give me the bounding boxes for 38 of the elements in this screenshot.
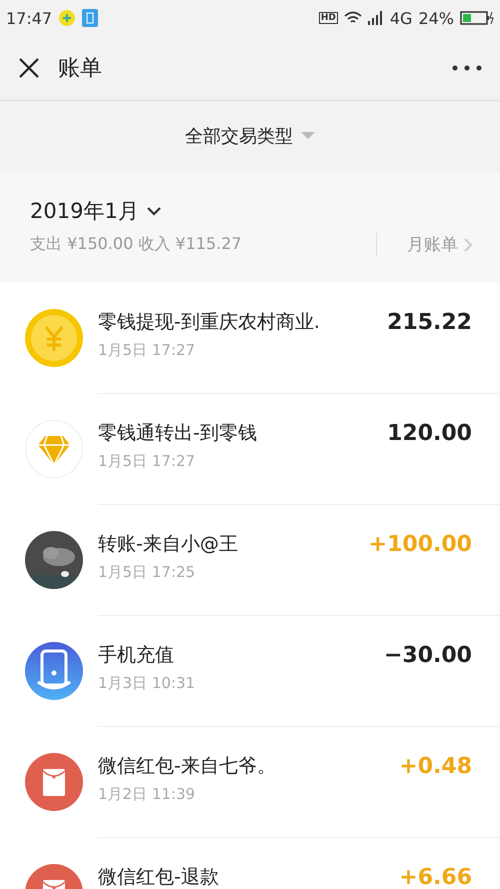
wifi-icon <box>344 11 362 25</box>
chevron-right-icon <box>464 238 472 252</box>
dropdown-icon <box>301 132 315 140</box>
network-type: 4G <box>390 8 412 28</box>
transaction-amount: −30.00 <box>384 642 472 668</box>
more-icon[interactable] <box>452 65 482 71</box>
transaction-time: 1月5日 17:27 <box>98 452 196 471</box>
transaction-title[interactable]: 零钱通转出-到零钱 <box>98 420 257 446</box>
transaction-amount: 215.22 <box>387 310 472 334</box>
battery-saver-icon <box>82 9 98 27</box>
coin-icon <box>25 309 83 367</box>
transaction-amount: +6.66 <box>399 864 472 889</box>
signal-icon <box>368 11 384 25</box>
chevron-down-icon <box>146 206 161 216</box>
transaction-type-filter[interactable]: 全部交易类型 <box>185 124 315 148</box>
battery-charging-icon <box>460 11 494 25</box>
transaction-title[interactable]: 微信红包-退款 <box>98 864 219 889</box>
status-time: 17:47 <box>6 8 52 28</box>
plus-icon <box>58 9 76 27</box>
battery-percent: 24% <box>418 8 454 28</box>
transaction-time: 1月2日 11:39 <box>98 785 196 804</box>
transaction-amount: +0.48 <box>399 754 472 778</box>
transaction-title[interactable]: 转账-来自小@王 <box>98 531 238 557</box>
phone-icon <box>25 642 83 700</box>
close-icon[interactable] <box>18 57 40 79</box>
month-selector[interactable]: 2019年1月 <box>30 197 161 225</box>
transaction-time: 1月3日 10:31 <box>98 674 196 693</box>
transaction-time: 1月5日 17:25 <box>98 563 196 582</box>
month-summary: 支出 ¥150.00 收入 ¥115.27 <box>30 234 243 255</box>
page-title: 账单 <box>58 55 102 83</box>
transaction-amount: +100.00 <box>368 532 472 556</box>
transaction-time: 1月5日 17:27 <box>98 341 196 360</box>
transaction-amount: 120.00 <box>387 420 472 446</box>
transaction-title[interactable]: 微信红包-来自七爷。 <box>98 753 276 779</box>
transaction-title[interactable]: 零钱提现-到重庆农村商业. <box>98 309 320 335</box>
hd-indicator: HD <box>318 12 338 24</box>
envelope-icon <box>25 753 83 811</box>
transaction-title[interactable]: 手机充值 <box>98 642 174 668</box>
